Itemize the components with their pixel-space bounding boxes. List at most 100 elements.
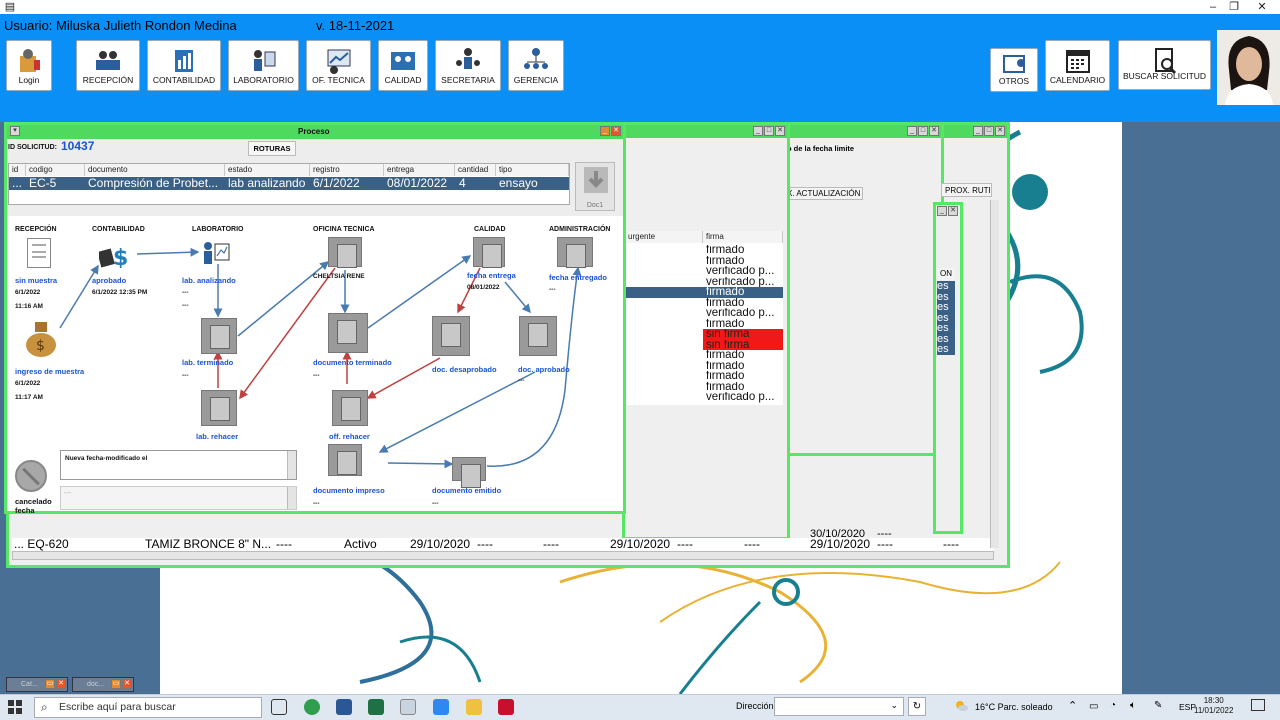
- firma-cell[interactable]: firmado: [703, 298, 783, 309]
- close-icon[interactable]: ✕: [948, 206, 958, 216]
- scrollbar[interactable]: [287, 487, 296, 509]
- weather-icon: [954, 700, 968, 712]
- sin-muestra-date: 6/1/2022: [15, 289, 41, 296]
- java-app-icon[interactable]: [400, 699, 416, 715]
- refresh-icon[interactable]: ↻: [908, 697, 926, 716]
- lab-rehacer-label: lab. rehacer: [196, 432, 239, 441]
- close-button[interactable]: ✕: [1252, 0, 1272, 14]
- scrollbar[interactable]: [287, 451, 296, 479]
- firma-cell[interactable]: firmado: [703, 350, 783, 361]
- direccion-input[interactable]: ⌄: [774, 697, 904, 716]
- battery-icon[interactable]: ▭: [1089, 701, 1098, 712]
- minimize-button[interactable]: –: [1203, 0, 1223, 14]
- restore-icon[interactable]: ▭: [111, 679, 121, 689]
- firma-cell[interactable]: verificado p...: [703, 277, 783, 288]
- fecha-entrega-date: 08/01/2022: [467, 284, 500, 291]
- firma-cell[interactable]: firmado: [703, 245, 783, 256]
- list-item[interactable]: es: [937, 344, 955, 355]
- taskbar-clock[interactable]: 18:30 11/01/2022: [1194, 696, 1233, 716]
- maximize-button[interactable]: ❐: [1224, 0, 1244, 14]
- restore-icon[interactable]: ▭: [45, 679, 55, 689]
- documento-impreso-icon[interactable]: [328, 444, 362, 476]
- doc-desaprobado-icon[interactable]: [432, 316, 470, 356]
- otros-button[interactable]: OTROS: [990, 48, 1038, 92]
- lab-rehacer-icon[interactable]: [201, 390, 237, 426]
- horizontal-scrollbar[interactable]: [12, 551, 994, 560]
- pen-icon[interactable]: ✎: [1154, 700, 1162, 711]
- maximize-icon[interactable]: □: [764, 126, 774, 136]
- minimize-icon[interactable]: _: [907, 126, 917, 136]
- minimize-icon[interactable]: _: [973, 126, 983, 136]
- firma-cell[interactable]: verificado p...: [703, 266, 783, 277]
- user-photo: [1217, 30, 1280, 105]
- money-bag-icon[interactable]: $: [24, 318, 58, 358]
- cancel-icon[interactable]: [15, 460, 47, 492]
- firma-cell[interactable]: sin firma: [703, 329, 783, 340]
- documento-terminado-icon[interactable]: [328, 313, 368, 353]
- table-cell: ----: [276, 537, 292, 551]
- firma-cell[interactable]: firmado: [703, 361, 783, 372]
- excel-icon[interactable]: [368, 699, 384, 715]
- prox-rutina-column-header[interactable]: PROX. RUTI: [941, 183, 992, 197]
- minimized-window-cat[interactable]: Cat... ▭ ✕: [6, 677, 68, 692]
- firma-cell[interactable]: firmado: [703, 382, 783, 393]
- fecha-entregado-icon[interactable]: [557, 237, 593, 268]
- firma-cell[interactable]: firmado: [703, 371, 783, 382]
- task-view-icon[interactable]: [271, 699, 287, 715]
- chevron-up-icon[interactable]: ⌃: [1068, 699, 1077, 712]
- oficina-tecnica-icon[interactable]: [328, 237, 362, 268]
- calendario-button[interactable]: CALENDARIO: [1045, 40, 1110, 91]
- list-item[interactable]: es: [937, 302, 955, 313]
- sin-muestra-icon[interactable]: [27, 238, 51, 268]
- vertical-scrollbar[interactable]: [990, 200, 999, 548]
- lab-terminado-icon[interactable]: [201, 318, 237, 354]
- firma-cell[interactable]: sin firma: [703, 339, 783, 350]
- nota-textarea-2[interactable]: ---: [60, 486, 297, 510]
- minimize-icon[interactable]: _: [753, 126, 763, 136]
- close-icon[interactable]: ✕: [995, 126, 1005, 136]
- word-icon[interactable]: [336, 699, 352, 715]
- documento-emitido-icon[interactable]: [452, 457, 486, 488]
- close-icon[interactable]: ✕: [775, 126, 785, 136]
- firma-cell[interactable]: firmado: [703, 256, 783, 267]
- stage-administracion: ADMINISTRACIÓN: [549, 226, 611, 233]
- list-item[interactable]: es: [937, 281, 955, 292]
- close-icon[interactable]: ✕: [122, 679, 132, 689]
- buscar-solicitud-button[interactable]: BUSCAR SOLICITUD: [1118, 40, 1211, 90]
- wifi-icon[interactable]: ◔: [1110, 700, 1116, 711]
- minimize-icon[interactable]: _: [937, 206, 947, 216]
- nota-textarea[interactable]: Nueva fecha-modificado el: [60, 450, 297, 480]
- firma-cell[interactable]: firmado: [703, 287, 783, 298]
- close-icon[interactable]: ✕: [56, 679, 66, 689]
- urgente-column-header[interactable]: urgente: [625, 231, 703, 243]
- close-icon[interactable]: ✕: [929, 126, 939, 136]
- aprobado-date: 6/1/2022 12:35 PM: [92, 289, 148, 296]
- firma-cell[interactable]: firmado: [703, 319, 783, 330]
- notification-icon[interactable]: [1251, 699, 1265, 711]
- acrobat-icon[interactable]: [498, 699, 514, 715]
- table-cell: ----: [744, 537, 760, 551]
- minimized-window-doc[interactable]: doc... ▭ ✕: [72, 677, 134, 692]
- doc-aprobado-icon[interactable]: [519, 316, 557, 356]
- list-item[interactable]: es: [937, 323, 955, 334]
- taskbar-search-input[interactable]: ⌕ Escribe aquí para buscar: [34, 697, 262, 718]
- firma-cell[interactable]: verificado p...: [703, 392, 783, 403]
- off-rehacer-icon[interactable]: [332, 390, 368, 426]
- chrome-icon[interactable]: [304, 699, 320, 715]
- firma-cell[interactable]: verificado p...: [703, 308, 783, 319]
- table-row[interactable]: ... EQ-620 TAMIZ BRONCE 8" N... ---- Act…: [12, 538, 994, 551]
- on-column-header: ON: [937, 268, 955, 280]
- accounting-node-icon[interactable]: $: [97, 244, 131, 271]
- windows-start-icon[interactable]: [8, 700, 22, 714]
- fecha-entrega-icon[interactable]: [473, 237, 505, 268]
- maximize-icon[interactable]: □: [984, 126, 994, 136]
- doc-aprobado-label: doc. aprobado: [518, 365, 570, 374]
- volume-icon[interactable]: 🔈︎: [1130, 700, 1136, 711]
- app-icon[interactable]: [433, 699, 449, 715]
- firma-column-header[interactable]: firma: [703, 231, 783, 243]
- maximize-icon[interactable]: □: [918, 126, 928, 136]
- lab-analizando-icon[interactable]: [200, 240, 232, 266]
- lab-analizando-label: lab. analizando: [182, 276, 236, 285]
- file-explorer-icon[interactable]: [466, 699, 482, 715]
- actualizacion-column-header[interactable]: X. ACTUALIZACIÓN: [783, 187, 863, 200]
